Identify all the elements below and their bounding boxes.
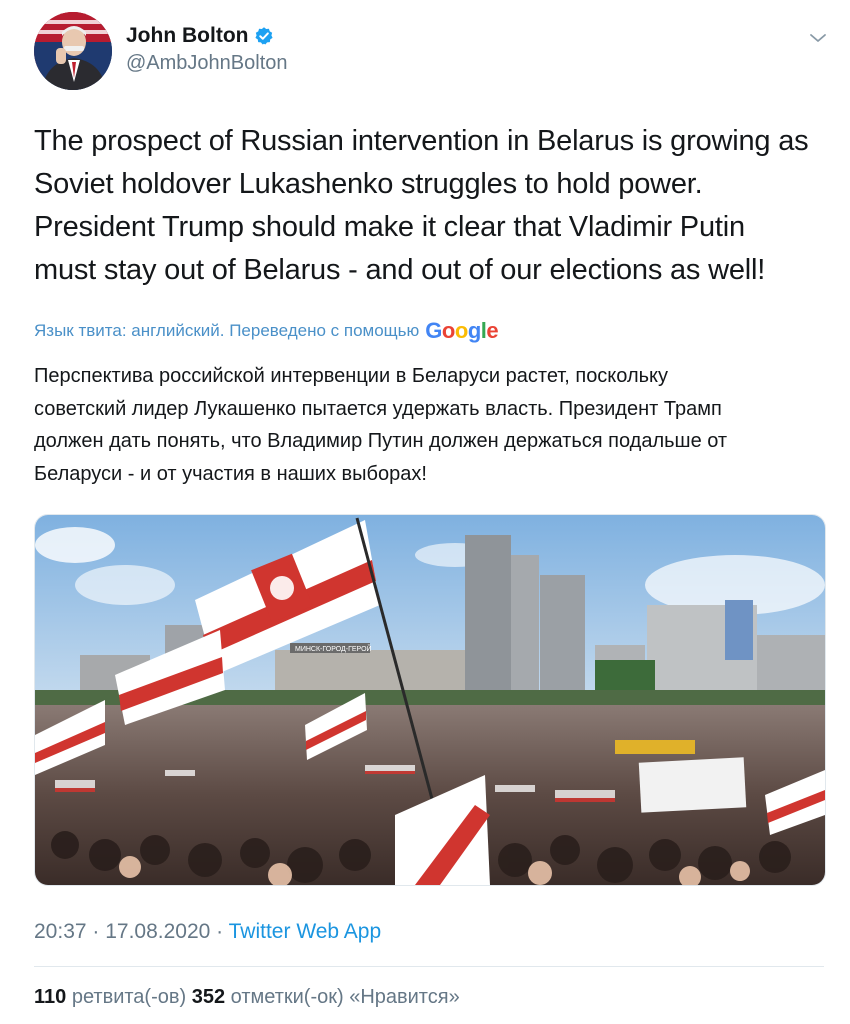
meta-separator: · bbox=[210, 920, 229, 943]
tweet-text-line: President Trump should make it clear tha… bbox=[34, 211, 745, 243]
verified-badge-icon bbox=[255, 27, 274, 45]
building-sign: МИНСК-ГОРОД-ГЕРОЙ bbox=[295, 644, 372, 653]
retweets-label[interactable]: ретвита(-ов) bbox=[72, 986, 186, 1008]
tweet-meta: 20:37 · 17.08.2020 · Twitter Web App bbox=[34, 920, 381, 944]
tweet-source-link[interactable]: Twitter Web App bbox=[229, 920, 382, 943]
translated-text: Перспектива российской интервенции в Бел… bbox=[34, 360, 824, 490]
tweet-header: John Bolton @AmbJohnBolton bbox=[34, 12, 834, 92]
retweets-count[interactable]: 110 bbox=[34, 986, 66, 1008]
tweet-stats: 110 ретвита(-ов) 352 отметки(-ок) «Нрави… bbox=[34, 986, 460, 1009]
tweet-media-photo[interactable]: МИНСК-ГОРОД-ГЕРОЙ bbox=[34, 514, 826, 886]
tweet-time[interactable]: 20:37 bbox=[34, 920, 87, 943]
avatar[interactable] bbox=[34, 12, 112, 90]
google-letter: g bbox=[467, 318, 481, 343]
avatar-photo-icon bbox=[34, 12, 112, 90]
google-wordmark: Google bbox=[425, 318, 498, 344]
google-letter: G bbox=[425, 318, 442, 343]
tweet-text-line: The prospect of Russian intervention in … bbox=[34, 125, 809, 157]
tweet-text: The prospect of Russian intervention in … bbox=[34, 120, 834, 292]
translated-text-line: должен дать понять, что Владимир Путин д… bbox=[34, 430, 728, 452]
google-letter: o bbox=[441, 318, 455, 343]
likes-label[interactable]: отметки(-ок) «Нравится» bbox=[231, 986, 460, 1008]
google-letter: e bbox=[486, 318, 499, 343]
chevron-down-icon[interactable] bbox=[808, 28, 828, 48]
tweet-text-line: Soviet holdover Lukashenko struggles to … bbox=[34, 168, 703, 200]
translated-text-line: Беларуси - и от участия в наших выборах! bbox=[34, 462, 427, 485]
translated-text-line: советский лидер Лукашенко пытается удерж… bbox=[34, 397, 722, 420]
tweet-date[interactable]: 17.08.2020 bbox=[105, 920, 210, 943]
translated-text-line: Перспектива российской интервенции в Бел… bbox=[34, 365, 669, 387]
tweet-text-line: must stay out of Belarus - and out of ou… bbox=[34, 254, 766, 286]
google-logo[interactable]: Google bbox=[425, 318, 498, 344]
meta-separator: · bbox=[86, 920, 106, 943]
author-name-row[interactable]: John Bolton bbox=[126, 24, 274, 48]
author-handle[interactable]: @AmbJohnBolton bbox=[126, 52, 288, 75]
divider bbox=[34, 966, 824, 967]
protest-photo: МИНСК-ГОРОД-ГЕРОЙ bbox=[35, 515, 825, 885]
author-name[interactable]: John Bolton bbox=[126, 24, 248, 48]
translation-attribution: Язык твита: английский. Переведено с пом… bbox=[34, 318, 499, 344]
likes-count[interactable]: 352 bbox=[192, 986, 225, 1008]
translation-label: Язык твита: английский. Переведено с пом… bbox=[34, 321, 420, 340]
google-letter: o bbox=[454, 318, 468, 343]
